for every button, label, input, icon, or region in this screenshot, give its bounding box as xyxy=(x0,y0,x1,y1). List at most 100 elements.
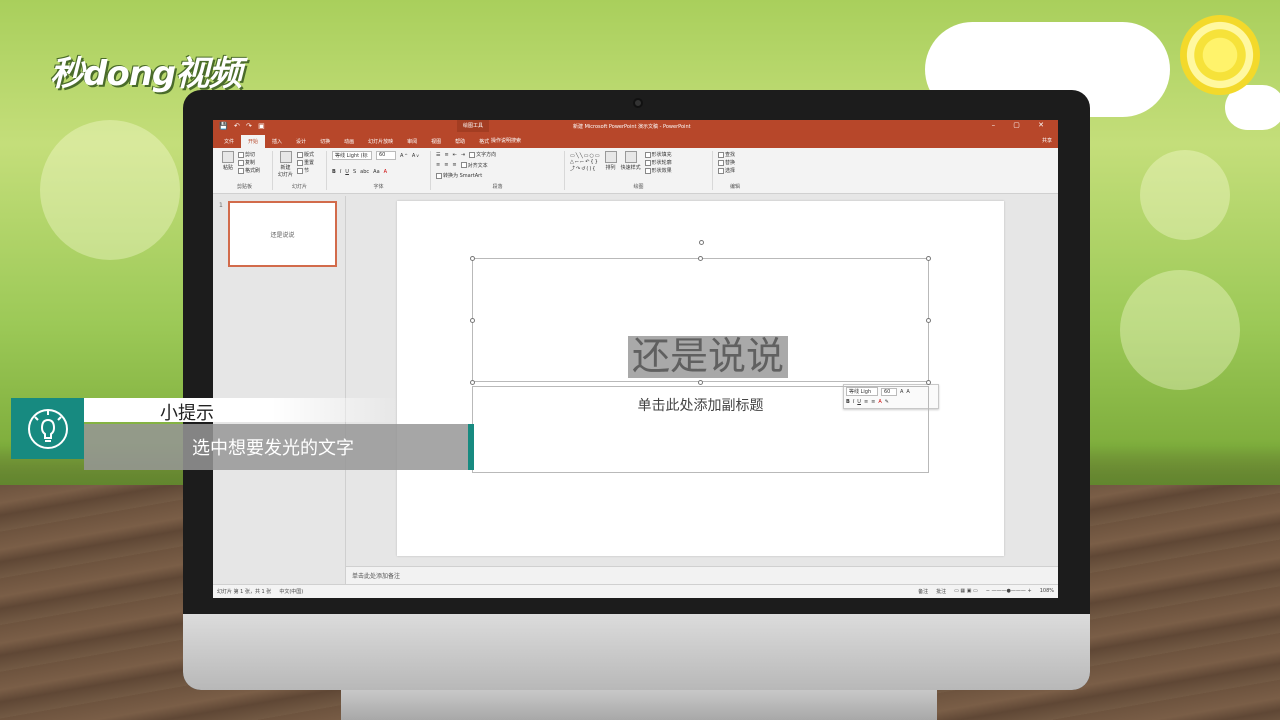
comments-toggle[interactable]: 批注 xyxy=(936,588,946,595)
ribbon-tabs: 文件 开始 插入 设计 切换 动画 幻灯片放映 审阅 视图 帮助 格式 操作说明搜索 共享 xyxy=(213,132,1058,148)
search-icon xyxy=(718,151,724,158)
tab-9[interactable]: 帮助 xyxy=(448,135,472,148)
numbering-button[interactable]: ≡ xyxy=(444,151,448,158)
resize-handle[interactable] xyxy=(698,380,703,385)
resize-handle[interactable] xyxy=(470,256,475,261)
resize-handle[interactable] xyxy=(698,256,703,261)
align-center-button[interactable]: ≡ xyxy=(444,162,448,169)
cut-button[interactable]: 剪切 xyxy=(238,151,260,158)
group-label: 字体 xyxy=(373,184,384,190)
layout-button[interactable]: 版式 xyxy=(297,151,314,158)
italic-button[interactable]: I xyxy=(340,169,341,175)
group-drawing: ▭╲╲▭○▭ △⌐⌐↶{} ⤴↷↺(){ 排列 快速样式 形状填充 形状轮廓 形状效… xyxy=(565,151,713,190)
layout-icon xyxy=(297,151,304,158)
resize-handle[interactable] xyxy=(926,256,931,261)
context-tab-drawing-tools: 绘图工具 xyxy=(457,120,490,132)
resize-handle[interactable] xyxy=(470,380,475,385)
brush-icon xyxy=(238,167,244,174)
tell-me-search[interactable]: 操作说明搜索 xyxy=(491,137,521,144)
tab-8[interactable]: 视图 xyxy=(424,135,448,148)
tab-0[interactable]: 文件 xyxy=(217,135,241,148)
case-button[interactable]: Aa xyxy=(373,169,379,175)
arrange-icon xyxy=(604,151,617,163)
tab-6[interactable]: 幻灯片放映 xyxy=(361,135,400,148)
quick-access-toolbar[interactable]: 💾 ↶ ↷ ▣ xyxy=(219,122,267,130)
slide-thumbnail[interactable]: 还是说说 xyxy=(228,201,337,267)
notes-pane[interactable]: 单击此处添加备注 xyxy=(346,566,1058,584)
shrink-font-button[interactable]: Av xyxy=(412,151,419,160)
reset-icon xyxy=(297,159,304,166)
find-button[interactable]: 查找 xyxy=(718,151,752,158)
reset-label: 重置 xyxy=(304,160,315,166)
tip-accent-bar xyxy=(468,424,474,470)
quick-styles-button[interactable]: 快速样式 xyxy=(621,151,641,174)
section-label: 节 xyxy=(304,168,310,174)
zoom-slider[interactable]: − ———●——— + xyxy=(986,588,1032,595)
shape-effects-button[interactable]: 形状效果 xyxy=(644,167,672,174)
indent-button[interactable]: ⇤ xyxy=(453,151,457,158)
new-slide-button[interactable]: 新建 幻灯片 xyxy=(278,151,293,178)
tab-5[interactable]: 动画 xyxy=(337,135,361,148)
align-text-icon xyxy=(460,162,467,169)
strike-button[interactable]: S xyxy=(353,169,356,175)
grow-font-button[interactable]: A ^ xyxy=(400,151,408,160)
subtitle-placeholder[interactable]: 单击此处添加副标题 xyxy=(472,386,929,473)
smartart-button[interactable]: 转换为 SmartArt xyxy=(436,172,482,179)
replace-button[interactable]: 替换 xyxy=(718,159,752,166)
font-color-button[interactable]: A xyxy=(384,169,387,175)
rotate-handle-icon[interactable] xyxy=(699,240,704,245)
window-title: 新建 Microsoft PowerPoint 演示文稿 - PowerPoin… xyxy=(573,124,691,130)
section-button[interactable]: 节 xyxy=(297,167,314,174)
outdent-button[interactable]: ⇥ xyxy=(461,151,465,158)
format-painter-button[interactable]: 格式刷 xyxy=(238,167,260,174)
shapes-gallery[interactable]: ▭╲╲▭○▭ △⌐⌐↶{} ⤴↷↺(){ xyxy=(570,151,601,174)
select-button[interactable]: 选择 xyxy=(718,167,752,174)
replace-label: 替换 xyxy=(725,160,736,166)
zoom-level[interactable]: 108% xyxy=(1040,588,1054,595)
lightbulb-icon xyxy=(11,398,84,459)
resize-handle[interactable] xyxy=(470,318,475,323)
underline-button[interactable]: U xyxy=(345,169,349,175)
spacing-button[interactable]: abc xyxy=(360,169,369,175)
tab-7[interactable]: 审阅 xyxy=(400,135,424,148)
cut-label: 剪切 xyxy=(245,152,256,158)
text-direction-button[interactable]: 文字方向 xyxy=(469,151,496,158)
reset-button[interactable]: 重置 xyxy=(297,159,314,166)
font-name-combo[interactable]: 等线 Light (标 xyxy=(332,151,372,160)
align-right-button[interactable]: ≡ xyxy=(452,162,456,169)
align-text-label: 对齐文本 xyxy=(467,162,488,169)
selected-title-text[interactable]: 还是说说 xyxy=(628,335,789,378)
find-label: 查找 xyxy=(725,152,736,158)
copy-button[interactable]: 复制 xyxy=(238,159,260,166)
shape-outline-button[interactable]: 形状轮廓 xyxy=(644,159,672,166)
resize-handle[interactable] xyxy=(926,318,931,323)
share-button[interactable]: 共享 xyxy=(1042,137,1052,144)
tab-3[interactable]: 设计 xyxy=(289,135,313,148)
language-indicator[interactable]: 中文(中国) xyxy=(279,588,303,595)
bullets-button[interactable]: ☰ xyxy=(436,151,440,158)
tab-4[interactable]: 切换 xyxy=(313,135,337,148)
select-label: 选择 xyxy=(725,168,736,174)
text-direction-icon xyxy=(469,151,476,158)
align-left-button[interactable]: ≡ xyxy=(436,162,440,169)
group-font: 等线 Light (标 60 A ^ Av B I U S abc Aa A 字体 xyxy=(327,151,431,190)
tab-1[interactable]: 开始 xyxy=(241,135,266,148)
group-label: 段落 xyxy=(492,183,503,190)
slide-info: 幻灯片 第 1 张，共 1 张 xyxy=(217,589,272,595)
new-slide-label: 新建 幻灯片 xyxy=(278,165,294,178)
resize-handle[interactable] xyxy=(926,380,931,385)
paste-button[interactable]: 粘贴 xyxy=(222,151,234,174)
window-controls[interactable]: – ▢ ✕ xyxy=(992,121,1052,129)
tab-2[interactable]: 插入 xyxy=(265,135,289,148)
status-bar: 幻灯片 第 1 张，共 1 张 中文(中国) 备注 批注 ▭ ▦ ▣ ▭ − —… xyxy=(213,584,1058,598)
arrange-label: 排列 xyxy=(605,165,616,171)
bold-button[interactable]: B xyxy=(332,169,336,175)
font-size-combo[interactable]: 60 xyxy=(376,151,396,160)
shape-fill-button[interactable]: 形状填充 xyxy=(644,151,672,158)
title-placeholder[interactable]: 还是说说 等线 Ligh 60 A A B I U ≡ ≡ A ✎ xyxy=(472,258,939,409)
view-buttons[interactable]: ▭ ▦ ▣ ▭ xyxy=(954,588,978,595)
arrange-button[interactable]: 排列 xyxy=(604,151,617,174)
notes-toggle[interactable]: 备注 xyxy=(918,588,928,595)
title-bar: 💾 ↶ ↷ ▣ 绘图工具 新建 Microsoft PowerPoint 演示文… xyxy=(213,120,1058,132)
align-text-button[interactable]: 对齐文本 xyxy=(460,162,488,169)
